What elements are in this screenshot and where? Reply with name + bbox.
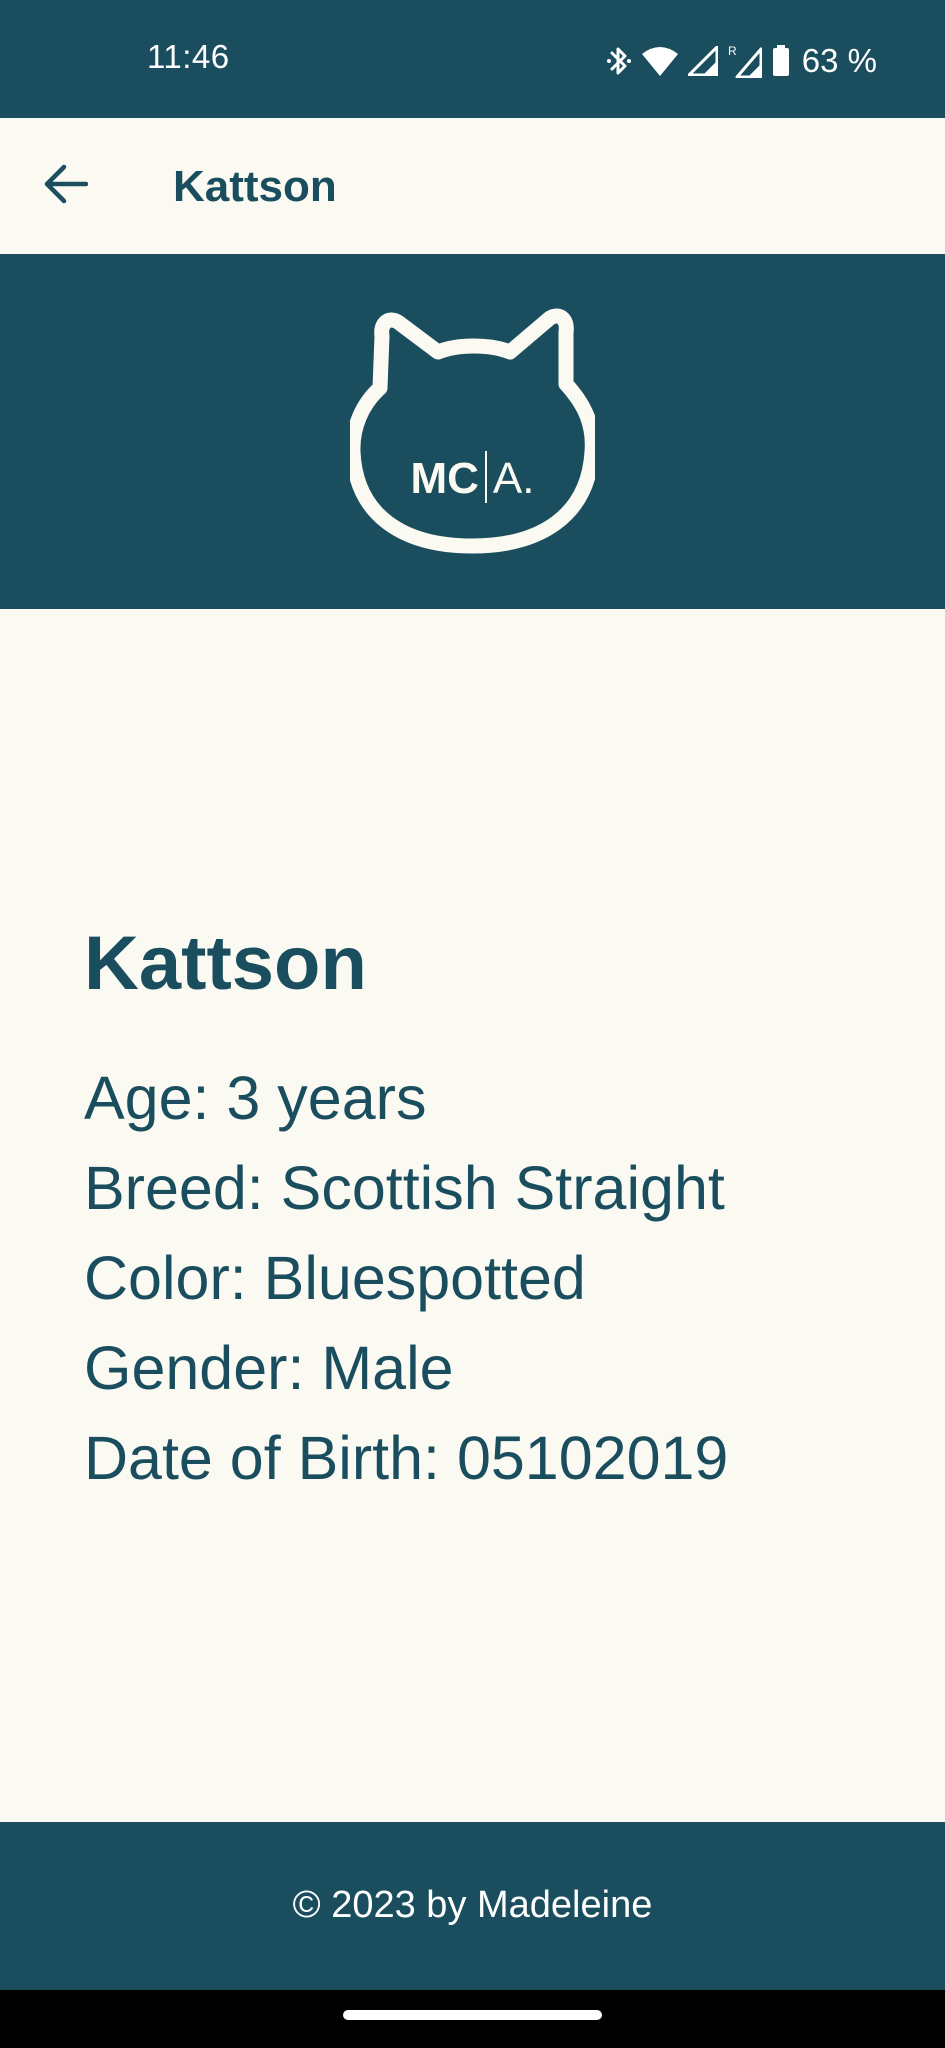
arrow-left-icon bbox=[44, 164, 89, 209]
logo-text: MC A. bbox=[350, 451, 595, 503]
home-gesture-handle[interactable] bbox=[343, 2010, 602, 2020]
signal-roaming-icon: R bbox=[728, 44, 762, 78]
footer: © 2023 by Madeleine bbox=[0, 1822, 945, 1990]
battery-percentage: 63 % bbox=[801, 42, 877, 79]
cat-head-logo-icon bbox=[345, 308, 600, 554]
app-bar: Kattson bbox=[0, 118, 945, 254]
battery-icon bbox=[772, 45, 790, 77]
signal-icon bbox=[687, 46, 718, 76]
wifi-icon bbox=[641, 46, 678, 76]
cat-date-of-birth: Date of Birth: 05102019 bbox=[84, 1424, 729, 1493]
footer-copyright: © 2023 by Madeleine bbox=[292, 1884, 653, 1926]
logo-divider bbox=[484, 451, 487, 503]
cat-breed: Breed: Scottish Straight bbox=[84, 1154, 725, 1223]
status-time: 11:46 bbox=[147, 38, 230, 75]
status-icons: R 63 % bbox=[606, 38, 877, 84]
svg-text:R: R bbox=[728, 44, 737, 58]
page-title: Kattson bbox=[173, 162, 337, 211]
cat-gender: Gender: Male bbox=[84, 1334, 454, 1403]
cat-age: Age: 3 years bbox=[84, 1064, 427, 1133]
back-button[interactable] bbox=[38, 158, 94, 214]
cat-color: Color: Bluespotted bbox=[84, 1244, 586, 1313]
logo-mc: MC bbox=[410, 454, 479, 503]
status-bar: 11:46 R 63 % bbox=[0, 0, 945, 118]
logo: MC A. bbox=[345, 306, 600, 558]
logo-a: A. bbox=[492, 454, 535, 503]
bluetooth-icon bbox=[606, 45, 632, 77]
header-banner: MC A. bbox=[0, 254, 945, 609]
cat-name: Kattson bbox=[84, 921, 367, 1006]
cat-details: Kattson Age: 3 years Breed: Scottish Str… bbox=[84, 920, 728, 1503]
system-navigation-bar bbox=[0, 1990, 945, 2048]
